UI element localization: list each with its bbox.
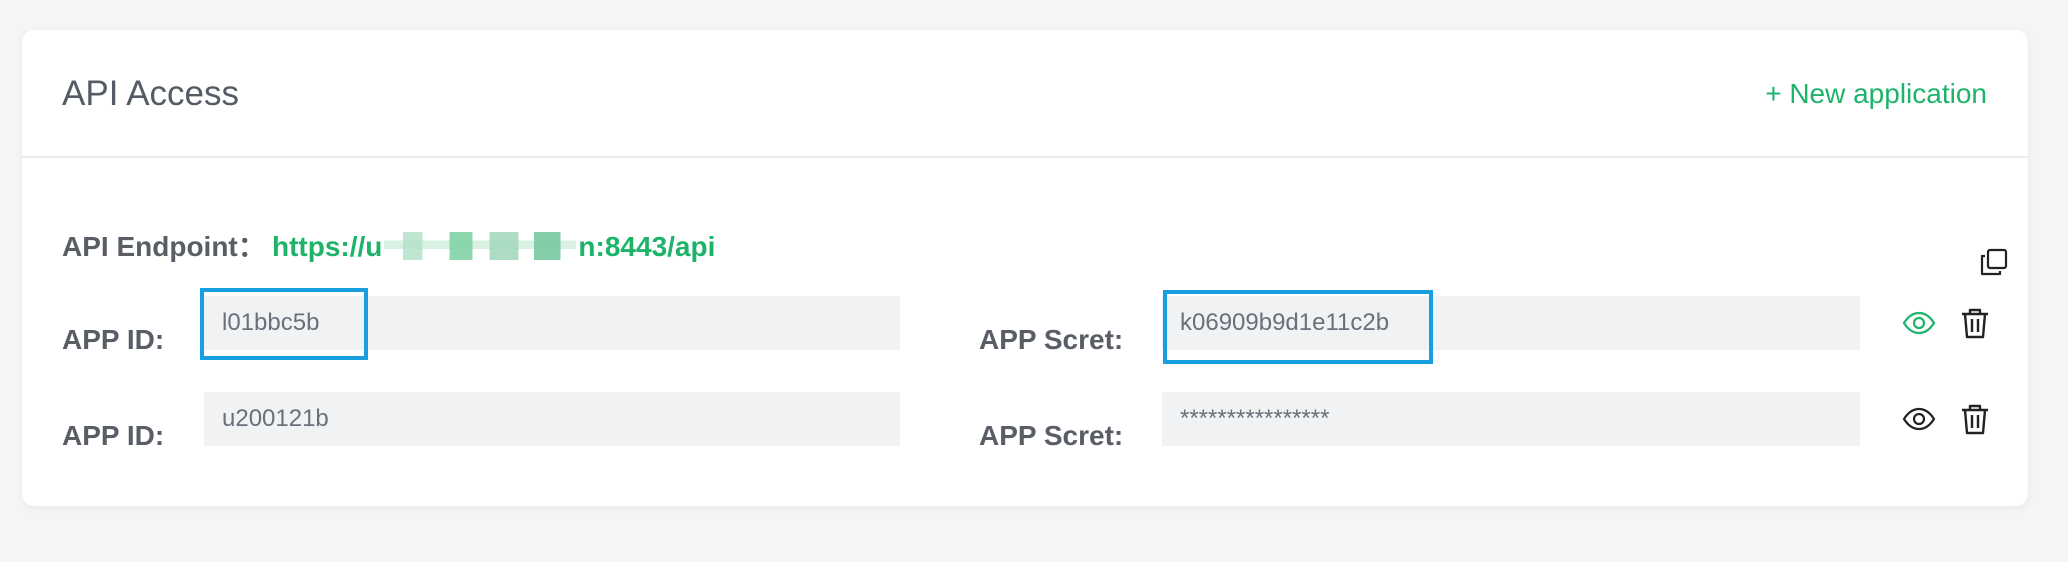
app-secret-label: APP Scret: (979, 420, 1124, 451)
api-endpoint-url-prefix: https://u (272, 231, 383, 262)
api-endpoint-label: API Endpoint： (62, 231, 266, 262)
app-id-field[interactable]: u200121b (204, 392, 900, 446)
redacted-host-pixelation (384, 232, 577, 260)
new-application-button[interactable]: + New application (1765, 76, 1987, 112)
api-endpoint-url-suffix: n:8443/api (578, 231, 716, 262)
app-id-label: APP ID: (62, 420, 165, 451)
eye-icon[interactable] (1902, 306, 1936, 340)
copy-icon[interactable] (1980, 248, 2008, 276)
app-secret-label: APP Scret: (979, 324, 1124, 355)
app-secret-field[interactable]: k06909b9d1e11c2b (1162, 296, 1860, 350)
app-secret-field[interactable]: **************** (1162, 392, 1860, 446)
trash-icon[interactable] (1958, 402, 1992, 436)
app-id-label: APP ID: (62, 324, 165, 355)
trash-icon[interactable] (1958, 306, 1992, 340)
api-access-card: API Access + New application API Endpoin… (22, 30, 2028, 506)
card-header: API Access + New application (22, 30, 2028, 158)
page-title: API Access (62, 74, 240, 113)
eye-icon[interactable] (1902, 402, 1936, 436)
api-endpoint-link[interactable]: https://u n:8443/api (272, 230, 715, 264)
app-id-field[interactable]: l01bbc5b (204, 296, 900, 350)
